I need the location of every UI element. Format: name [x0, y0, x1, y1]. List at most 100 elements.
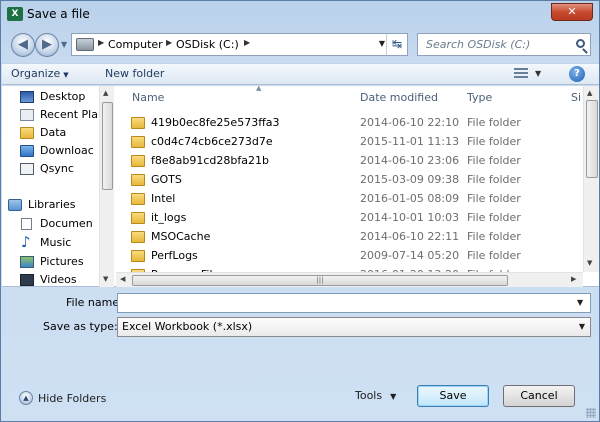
file-name: c0d4c74cb6ce273d7e — [151, 135, 273, 148]
save-as-type-value: Excel Workbook (*.xlsx) — [122, 320, 253, 333]
column-header-size[interactable]: Si — [571, 86, 581, 110]
chevron-down-icon: ▼ — [63, 71, 69, 79]
file-list: Name ▲ Date modified Type Si 419b0ec8fe2… — [116, 86, 599, 287]
file-row[interactable]: c0d4c74cb6ce273d7e 2015-11-01 11:13 File f… — [116, 133, 581, 152]
chevron-up-icon: ▲ — [19, 391, 33, 405]
close-button[interactable]: ✕ — [551, 3, 593, 21]
folder-icon — [131, 250, 145, 262]
resize-grip[interactable] — [586, 408, 596, 418]
file-row[interactable]: Intel 2016-01-05 08:09 File folder — [116, 190, 581, 209]
organize-label: Organize — [11, 67, 61, 80]
excel-icon: X — [7, 7, 23, 21]
file-type: File folder — [467, 230, 521, 243]
breadcrumb-osdisk[interactable]: OSDisk (C:) — [176, 38, 239, 51]
view-options-icon[interactable] — [514, 68, 528, 80]
scrollbar-thumb[interactable]: ||| — [132, 275, 508, 286]
scrollbar-thumb[interactable] — [102, 102, 113, 190]
file-row[interactable]: PerfLogs 2009-07-14 05:20 File folder — [116, 247, 581, 266]
file-date-modified: 2015-03-09 09:38 — [360, 173, 460, 186]
command-bar: Organize ▼ New folder ▼ ? — [2, 63, 599, 85]
column-header-type[interactable]: Type — [467, 86, 492, 110]
file-row[interactable]: f8e8ab91cd28bfa21b 2014-06-10 23:06 File f… — [116, 152, 581, 171]
search-box[interactable]: Search OSDisk (C:) — [417, 33, 591, 56]
recent-locations-dropdown[interactable]: ▼ — [61, 40, 67, 49]
search-icon[interactable] — [576, 39, 585, 48]
downloads-icon — [20, 145, 34, 157]
scroll-up-icon[interactable]: ▲ — [103, 89, 108, 97]
sort-ascending-icon: ▲ — [256, 86, 262, 92]
cancel-button[interactable]: Cancel — [503, 385, 575, 407]
chevron-down-icon: ▼ — [578, 322, 585, 331]
libraries-icon — [8, 199, 22, 211]
nav-label: Desktop — [40, 90, 86, 103]
save-as-type-label: Save as type: — [43, 320, 118, 333]
address-row: ◀ ▶ ▼ ▶ Computer ▶ OSDisk (C:) ▶ ▼ ↹ Sea… — [1, 31, 599, 59]
folder-icon — [131, 174, 145, 186]
scroll-up-icon[interactable]: ▲ — [587, 89, 592, 97]
scroll-right-icon[interactable]: ▶ — [571, 275, 576, 283]
forward-button[interactable]: ▶ — [35, 33, 59, 57]
view-dropdown-icon[interactable]: ▼ — [535, 69, 541, 78]
chevron-right-icon[interactable]: ▶ — [98, 38, 104, 47]
column-header-name[interactable]: Name — [132, 86, 164, 110]
chevron-right-icon[interactable]: ▶ — [244, 38, 250, 47]
folder-icon — [131, 212, 145, 224]
documents-icon — [21, 218, 32, 230]
recent-places-icon — [20, 109, 34, 121]
file-list-vertical-scrollbar[interactable]: ▲ ▼ — [583, 86, 599, 272]
file-list-horizontal-scrollbar[interactable]: ◀ ||| ▶ — [116, 272, 583, 287]
file-name: it_logs — [151, 211, 187, 224]
navigation-scrollbar[interactable]: ▲ ▼ — [99, 86, 114, 287]
file-type: File folder — [467, 135, 521, 148]
folder-icon — [131, 155, 145, 167]
file-row[interactable]: MSOCache 2014-06-10 22:11 File folder — [116, 228, 581, 247]
address-dropdown-icon[interactable]: ▼ — [379, 39, 385, 48]
videos-icon — [20, 274, 34, 286]
nav-label: Data — [40, 126, 67, 139]
save-button[interactable]: Save — [417, 385, 489, 407]
nav-label: Documen — [40, 217, 93, 230]
file-date-modified: 2014-06-10 22:11 — [360, 230, 460, 243]
folder-icon — [20, 127, 34, 139]
file-name-dropdown-icon[interactable]: ▼ — [577, 298, 583, 307]
scroll-down-icon[interactable]: ▼ — [103, 275, 108, 283]
file-name: PerfLogs — [151, 249, 198, 262]
save-as-type-select[interactable]: Excel Workbook (*.xlsx) ▼ — [117, 317, 591, 337]
window-title: Save a file — [27, 7, 90, 21]
folder-icon — [131, 117, 145, 129]
nav-label: Pictures — [40, 255, 84, 268]
nav-label: Recent Pla — [40, 108, 98, 121]
file-date-modified: 2016-01-05 08:09 — [360, 192, 460, 205]
file-row[interactable]: 419b0ec8fe25e573ffa3 2014-06-10 22:10 File… — [116, 114, 581, 133]
file-type: File folder — [467, 249, 521, 262]
file-name: MSOCache — [151, 230, 211, 243]
refresh-button[interactable]: ↹ — [386, 34, 407, 55]
new-folder-button[interactable]: New folder — [105, 67, 164, 80]
tools-menu[interactable]: Tools ▼ — [355, 389, 396, 402]
organize-menu[interactable]: Organize ▼ — [11, 67, 69, 80]
scroll-down-icon[interactable]: ▼ — [587, 259, 592, 267]
file-date-modified: 2014-06-10 22:10 — [360, 116, 460, 129]
file-name-input[interactable] — [117, 293, 591, 313]
back-button[interactable]: ◀ — [11, 33, 35, 57]
scroll-left-icon[interactable]: ◀ — [120, 275, 125, 283]
browser-area: Desktop Recent Pla Data Downloac Qsync L… — [2, 86, 599, 287]
address-bar[interactable]: ▶ Computer ▶ OSDisk (C:) ▶ ▼ ↹ — [71, 33, 408, 56]
music-icon — [20, 233, 34, 251]
nav-label: Libraries — [28, 198, 76, 211]
file-name: GOTS — [151, 173, 182, 186]
file-type: File folder — [467, 192, 521, 205]
search-placeholder[interactable]: Search OSDisk (C:) — [426, 38, 530, 51]
file-row[interactable]: GOTS 2015-03-09 09:38 File folder — [116, 171, 581, 190]
chevron-right-icon[interactable]: ▶ — [166, 38, 172, 47]
file-row[interactable]: it_logs 2014-10-01 10:03 File folder — [116, 209, 581, 228]
computer-icon — [76, 38, 94, 51]
breadcrumb-computer[interactable]: Computer — [108, 38, 163, 51]
column-header-date-modified[interactable]: Date modified — [360, 86, 438, 110]
file-date-modified: 2014-10-01 10:03 — [360, 211, 460, 224]
desktop-icon — [20, 91, 34, 103]
tools-label: Tools — [355, 389, 383, 402]
folder-icon — [131, 231, 145, 243]
scrollbar-thumb[interactable] — [586, 100, 598, 178]
help-icon[interactable]: ? — [569, 66, 585, 82]
